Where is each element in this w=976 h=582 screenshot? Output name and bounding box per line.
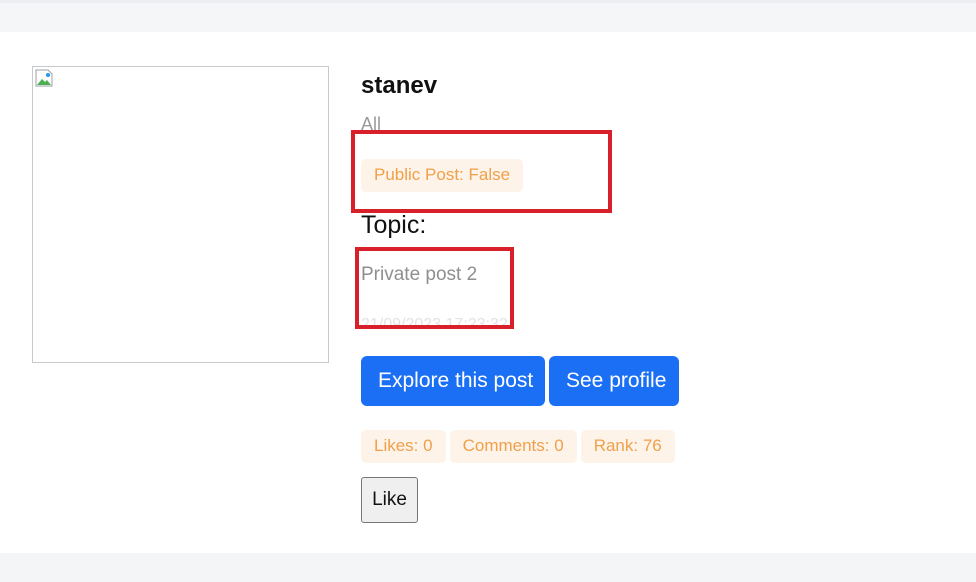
explore-post-button[interactable]: Explore this post	[361, 356, 545, 406]
like-button[interactable]: Like	[361, 477, 418, 523]
see-profile-button[interactable]: See profile	[549, 356, 679, 406]
top-band	[0, 0, 976, 32]
post-author: stanev	[361, 72, 438, 99]
post-stats: Likes: 0 Comments: 0 Rank: 76	[361, 430, 679, 463]
post-image	[32, 66, 329, 363]
comments-badge: Comments: 0	[449, 430, 577, 463]
broken-image-icon	[35, 69, 53, 87]
topic-label: Topic:	[361, 211, 427, 239]
public-post-badge: Public Post: False	[361, 159, 524, 192]
bottom-band	[0, 553, 976, 582]
likes-badge: Likes: 0	[361, 430, 446, 463]
rank-badge: Rank: 76	[580, 430, 675, 463]
post-card: stanev All Public Post: False Topic: Pri…	[0, 32, 976, 553]
post-category: All	[361, 114, 382, 134]
post-timestamp: 21/09/2023 17:23:32	[361, 316, 508, 333]
topic-value: Private post 2	[361, 264, 478, 285]
